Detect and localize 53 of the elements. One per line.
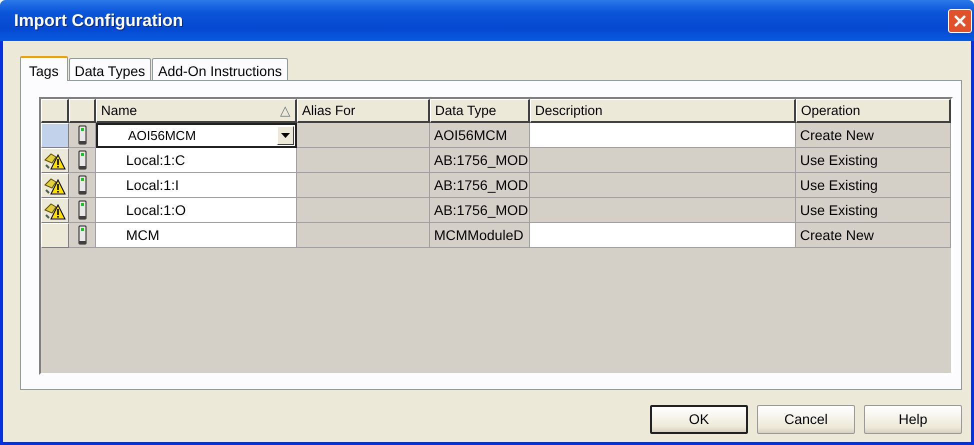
table-cell[interactable] bbox=[530, 223, 796, 248]
table-cell: Use Existing bbox=[796, 148, 951, 173]
module-icon bbox=[78, 125, 86, 145]
tab[interactable]: Tags bbox=[20, 56, 68, 81]
header-label: Data Type bbox=[435, 102, 496, 120]
header-cell bbox=[41, 99, 69, 123]
module-icon bbox=[78, 175, 86, 195]
table-cell: AB:1756_MOD bbox=[430, 148, 530, 173]
tab[interactable]: Add-On Instructions bbox=[152, 58, 288, 80]
name-dropdown[interactable]: AOI56MCM bbox=[96, 123, 297, 148]
row-header[interactable] bbox=[41, 173, 69, 198]
table-cell: MCMModuleD bbox=[430, 223, 530, 248]
caret-icon bbox=[281, 133, 290, 138]
column-header[interactable]: Operation bbox=[796, 99, 951, 123]
module-icon bbox=[78, 150, 86, 170]
warning-icon bbox=[44, 176, 66, 196]
header-label: Name bbox=[101, 102, 138, 120]
ok-button[interactable]: OK bbox=[650, 405, 748, 434]
table-cell[interactable]: Local:1:I bbox=[96, 173, 297, 198]
dropdown-value: AOI56MCM bbox=[128, 126, 196, 145]
table-cell[interactable]: Local:1:C bbox=[96, 148, 297, 173]
warning-icon bbox=[44, 200, 66, 220]
column-header[interactable]: Description bbox=[530, 99, 796, 123]
dialog-button[interactable]: Help bbox=[864, 405, 962, 434]
table-cell: Create New bbox=[796, 123, 951, 148]
column-header[interactable]: Alias For bbox=[297, 99, 430, 123]
window-title: Import Configuration bbox=[14, 10, 184, 32]
table-cell: AOI56MCM bbox=[430, 123, 530, 148]
close-icon bbox=[953, 14, 967, 28]
module-icon bbox=[78, 225, 86, 245]
row-header[interactable] bbox=[41, 198, 69, 223]
sort-indicator: △ bbox=[280, 102, 291, 120]
tab[interactable]: Data Types bbox=[68, 58, 152, 80]
table-cell[interactable] bbox=[530, 123, 796, 148]
table-cell: Use Existing bbox=[796, 198, 951, 223]
table-cell[interactable]: Local:1:O bbox=[96, 198, 297, 223]
table-cell: Create New bbox=[796, 223, 951, 248]
header-label: Alias For bbox=[302, 102, 356, 120]
column-header[interactable]: Name △ bbox=[96, 99, 297, 123]
column-header[interactable]: Data Type bbox=[430, 99, 530, 123]
row-header[interactable] bbox=[41, 148, 69, 173]
dialog-button[interactable]: Cancel bbox=[757, 405, 855, 434]
dropdown-button[interactable] bbox=[277, 126, 294, 145]
table-cell: AB:1756_MOD bbox=[430, 198, 530, 223]
header-label: Description bbox=[535, 102, 603, 120]
table-cell: AB:1756_MOD bbox=[430, 173, 530, 198]
header-label: Operation bbox=[801, 102, 860, 120]
warning-icon bbox=[44, 150, 66, 170]
close-button[interactable] bbox=[948, 8, 972, 32]
header-cell bbox=[69, 99, 96, 123]
table-cell[interactable]: MCM bbox=[96, 223, 297, 248]
table-cell: Use Existing bbox=[796, 173, 951, 198]
module-icon bbox=[78, 200, 86, 220]
